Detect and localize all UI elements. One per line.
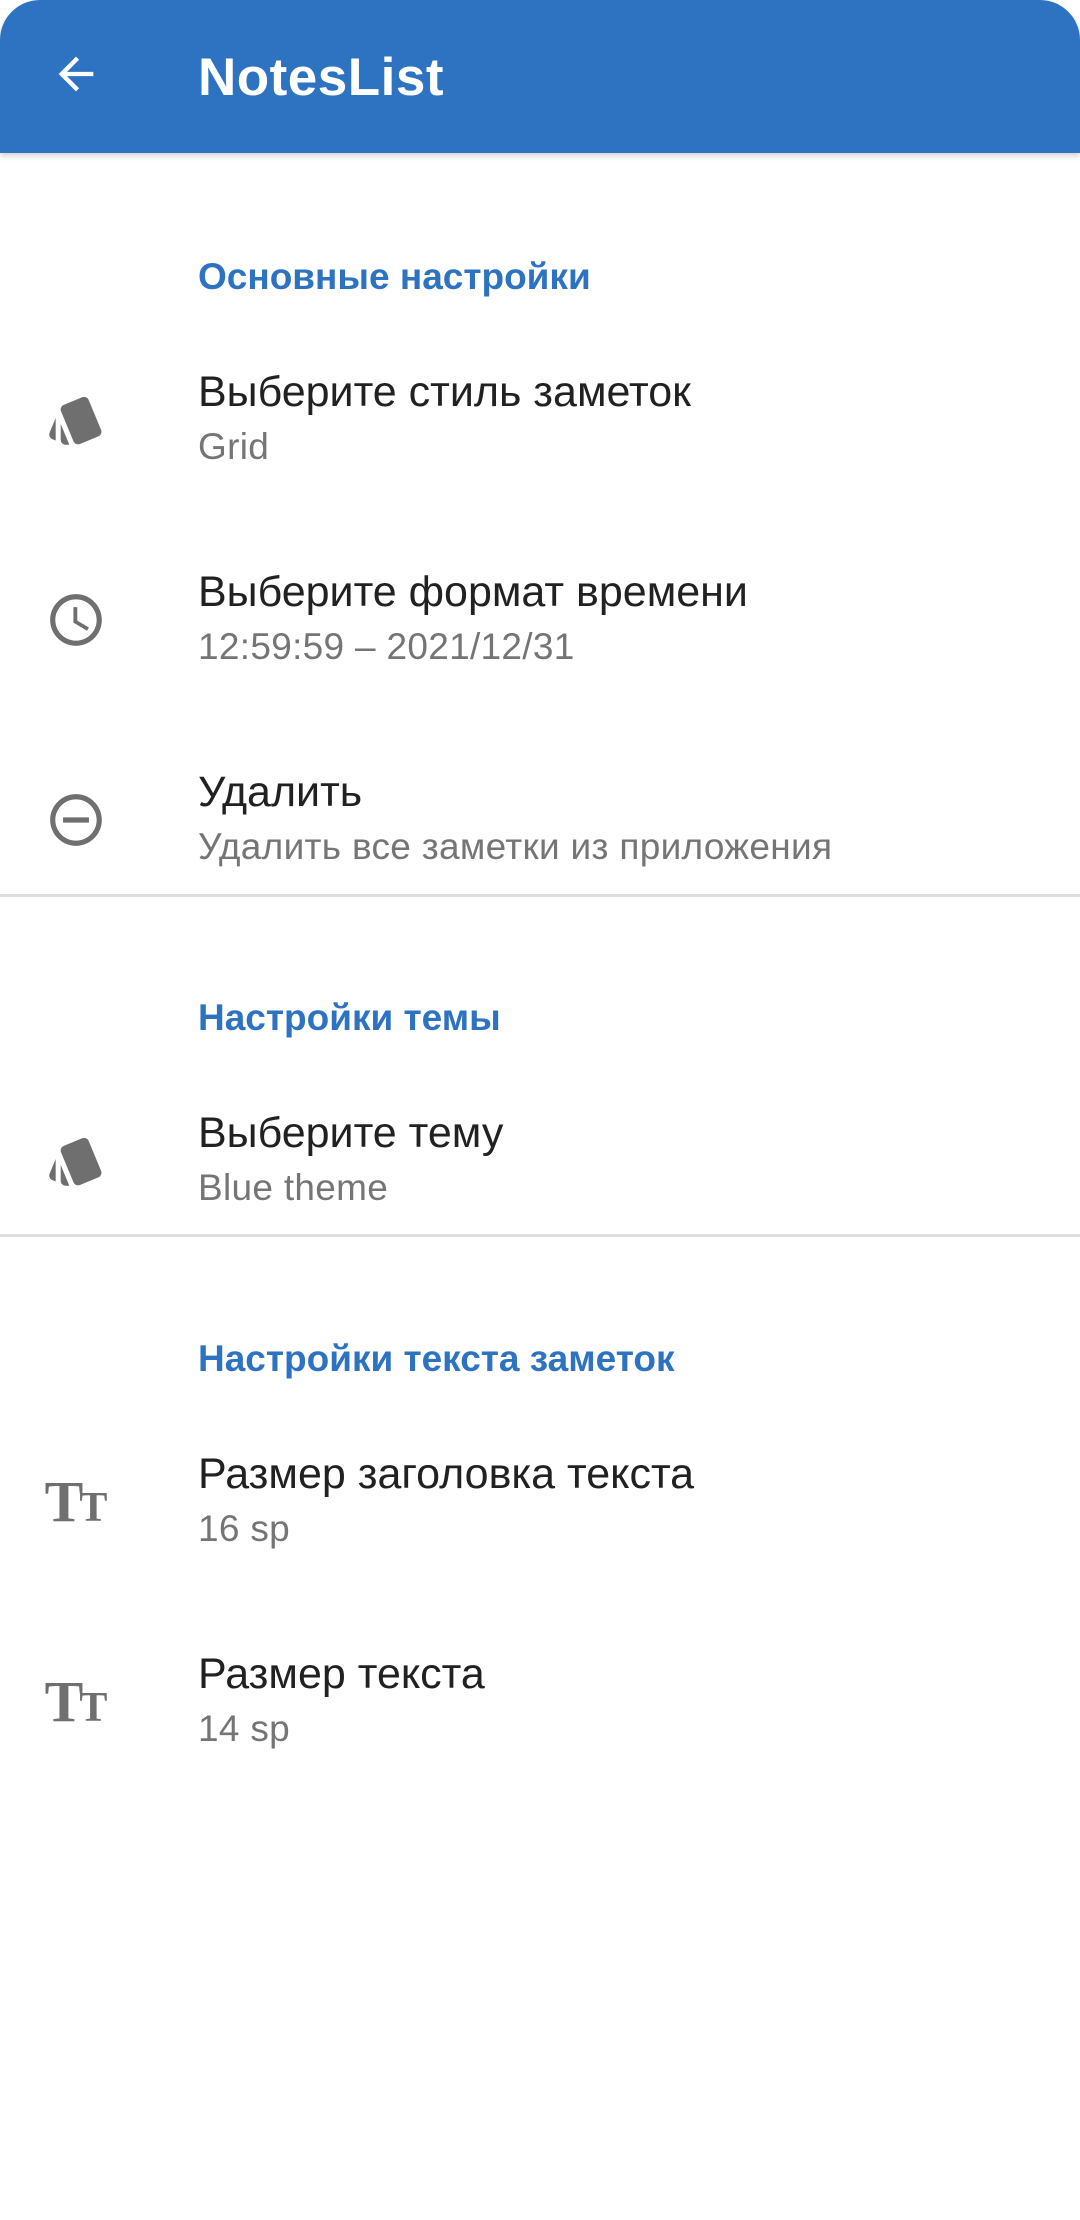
- pref-summary: 14 sp: [198, 1708, 291, 1749]
- app-bar: NotesList: [0, 0, 1080, 153]
- pref-summary: 12:59:59 – 2021/12/31: [198, 626, 575, 667]
- pref-title: Размер текста: [198, 1650, 485, 1698]
- section-header-theme: Настройки темы: [198, 997, 501, 1038]
- back-button[interactable]: [26, 26, 126, 126]
- section-divider: [0, 894, 1080, 897]
- section-divider: [0, 1234, 1080, 1237]
- pref-text-size[interactable]: TT Размер текста 14 sp: [0, 1603, 1080, 1801]
- page-title: NotesList: [198, 48, 444, 107]
- pref-title: Выберите тему: [198, 1109, 504, 1157]
- section-header-text: Настройки текста заметок: [198, 1338, 675, 1379]
- pref-notes-style[interactable]: Выберите стиль заметок Grid: [0, 321, 1080, 519]
- pref-summary: Удалить все заметки из приложения: [198, 826, 833, 867]
- pref-time-format[interactable]: Выберите формат времени 12:59:59 – 2021/…: [0, 521, 1080, 719]
- pref-delete-all[interactable]: Удалить Удалить все заметки из приложени…: [0, 721, 1080, 919]
- text-size-icon: TT: [44, 1469, 108, 1534]
- text-size-icon: TT: [44, 1669, 108, 1734]
- pref-summary: Blue theme: [198, 1167, 389, 1208]
- pref-title: Удалить: [198, 768, 363, 816]
- style-icon: [44, 388, 108, 452]
- pref-summary: 16 sp: [198, 1508, 291, 1549]
- section-header-main: Основные настройки: [198, 256, 591, 297]
- pref-theme[interactable]: Выберите тему Blue theme: [0, 1062, 1080, 1260]
- pref-title: Выберите стиль заметок: [198, 368, 691, 416]
- pref-summary: Grid: [198, 426, 270, 467]
- pref-title: Выберите формат времени: [198, 568, 748, 616]
- settings-list: Основные настройки Выберите стиль замето…: [0, 153, 1080, 2220]
- pref-title-text-size[interactable]: TT Размер заголовка текста 16 sp: [0, 1403, 1080, 1601]
- clock-icon: [44, 588, 108, 652]
- remove-circle-icon: [44, 788, 108, 852]
- arrow-back-icon: [50, 48, 102, 105]
- pref-title: Размер заголовка текста: [198, 1450, 695, 1498]
- style-icon: [44, 1129, 108, 1193]
